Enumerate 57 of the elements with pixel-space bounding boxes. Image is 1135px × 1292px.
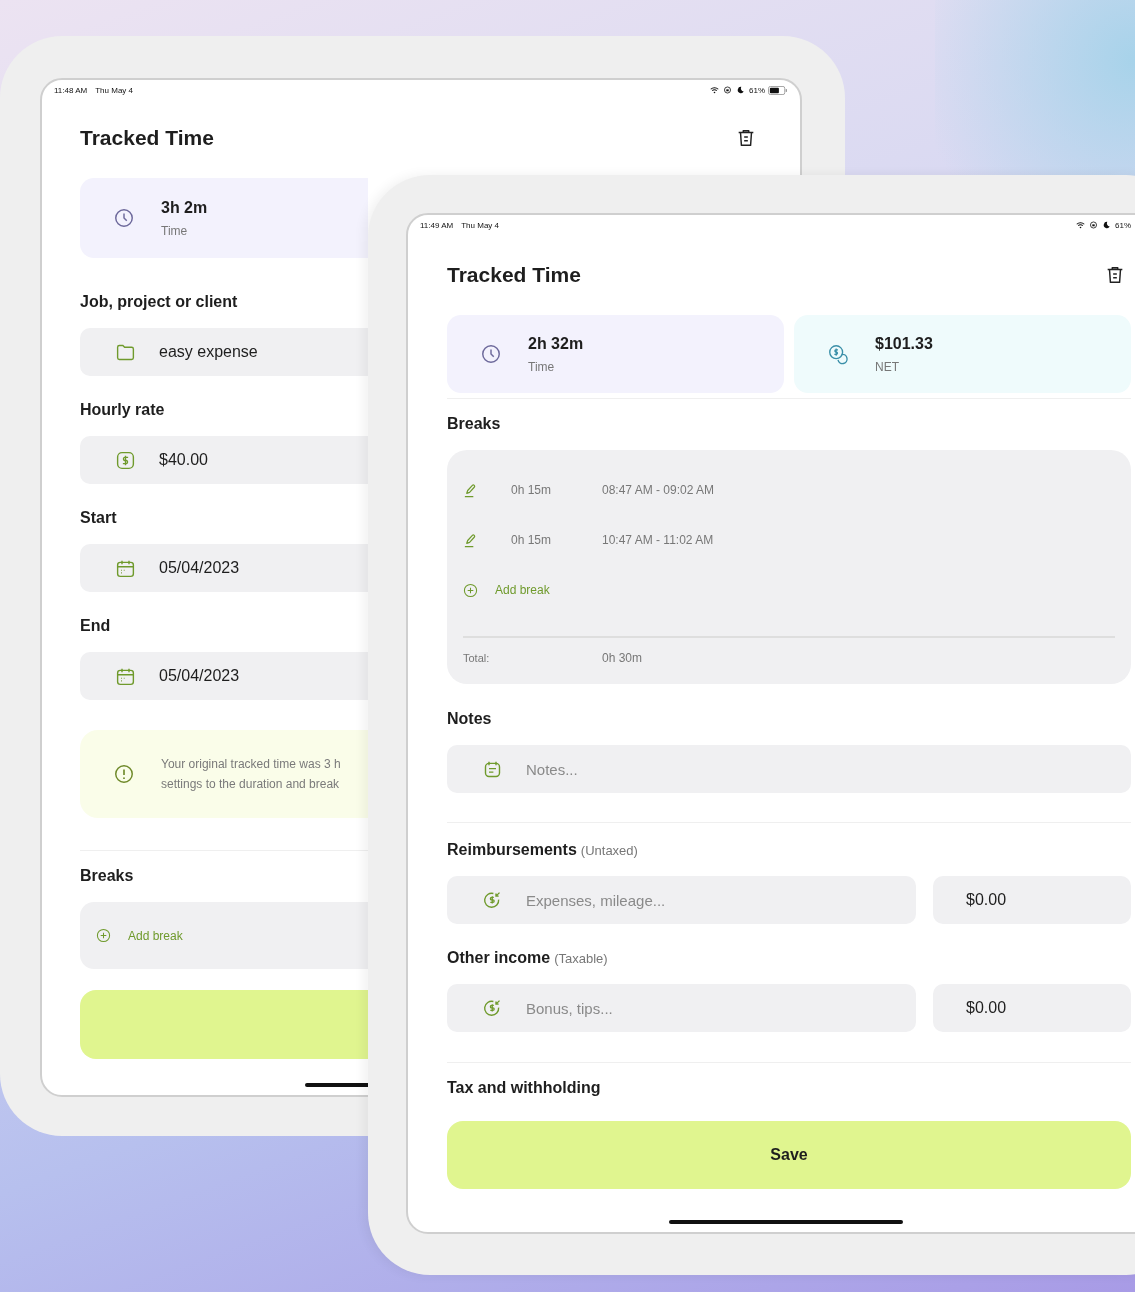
wifi-icon xyxy=(1076,221,1085,229)
break-duration: 0h 15m xyxy=(511,533,553,547)
status-time: 11:49 AM xyxy=(420,220,454,230)
clock-icon xyxy=(113,207,135,229)
break-time-range: 08:47 AM - 09:02 AM xyxy=(602,483,715,497)
wifi-icon xyxy=(710,86,719,94)
alert-icon xyxy=(113,763,135,785)
save-button[interactable]: Save xyxy=(447,1121,1131,1189)
section-note: (Taxable) xyxy=(554,950,608,968)
dollar-icon xyxy=(115,449,136,471)
battery-icon xyxy=(768,85,788,95)
pencil-icon[interactable] xyxy=(463,482,478,498)
moon-icon xyxy=(736,86,745,94)
section-note: (Untaxed) xyxy=(580,842,638,860)
input-field[interactable]: 05/04/2023 xyxy=(80,652,368,700)
field-label: Hourly rate xyxy=(80,400,165,420)
status-date: Thu May 4 xyxy=(95,85,133,95)
battery-percent: 61% xyxy=(1115,220,1131,230)
input-field[interactable]: 05/04/2023 xyxy=(80,544,368,592)
field-label: Start xyxy=(80,508,117,528)
summary-value: $101.33 xyxy=(875,334,933,353)
summary-label: Time xyxy=(528,359,556,374)
section-label: Breaks xyxy=(80,866,134,886)
summary-value: 2h 32m xyxy=(528,334,584,353)
pencil-icon[interactable] xyxy=(463,532,478,548)
field-label: End xyxy=(80,616,111,636)
plus-circle-icon[interactable] xyxy=(96,928,111,943)
clock-icon xyxy=(480,343,502,365)
input-field[interactable]: easy expense xyxy=(80,328,368,376)
notice-text: Your original tracked time was 3 h xyxy=(161,757,341,771)
field-label: Job, project or client xyxy=(80,292,238,312)
moon-icon xyxy=(1102,221,1111,229)
notice-text: settings to the duration and break xyxy=(161,777,341,791)
summary-label: NET xyxy=(875,359,900,374)
rotation-lock-icon xyxy=(1089,221,1098,229)
break-time-range: 10:47 AM - 11:02 AM xyxy=(602,533,714,547)
summary-value: 3h 2m xyxy=(161,198,208,217)
plus-circle-icon[interactable] xyxy=(463,582,478,598)
section-label: Other income xyxy=(447,948,551,968)
battery-percent: 61% xyxy=(749,85,765,95)
coins-icon xyxy=(827,343,849,365)
section-label: Reimbursements xyxy=(447,840,577,860)
amount-field[interactable]: $0.00 xyxy=(933,984,1131,1032)
page-title: Tracked Time xyxy=(80,126,214,150)
break-duration: 0h 15m xyxy=(511,483,553,497)
summary-label: Time xyxy=(161,223,189,238)
amount-field[interactable]: $0.00 xyxy=(933,876,1131,924)
status-date: Thu May 4 xyxy=(461,220,499,230)
page-title: Tracked Time xyxy=(447,263,581,287)
total-label: Total: xyxy=(463,652,491,664)
section-label: Tax and withholding xyxy=(447,1078,601,1098)
status-time: 11:48 AM xyxy=(54,85,88,95)
section-label: Breaks xyxy=(447,414,501,434)
section-label: Notes xyxy=(447,709,492,729)
rotation-lock-icon xyxy=(723,86,732,94)
input-field[interactable]: $40.00 xyxy=(80,436,368,484)
total-value: 0h 30m xyxy=(602,651,643,665)
